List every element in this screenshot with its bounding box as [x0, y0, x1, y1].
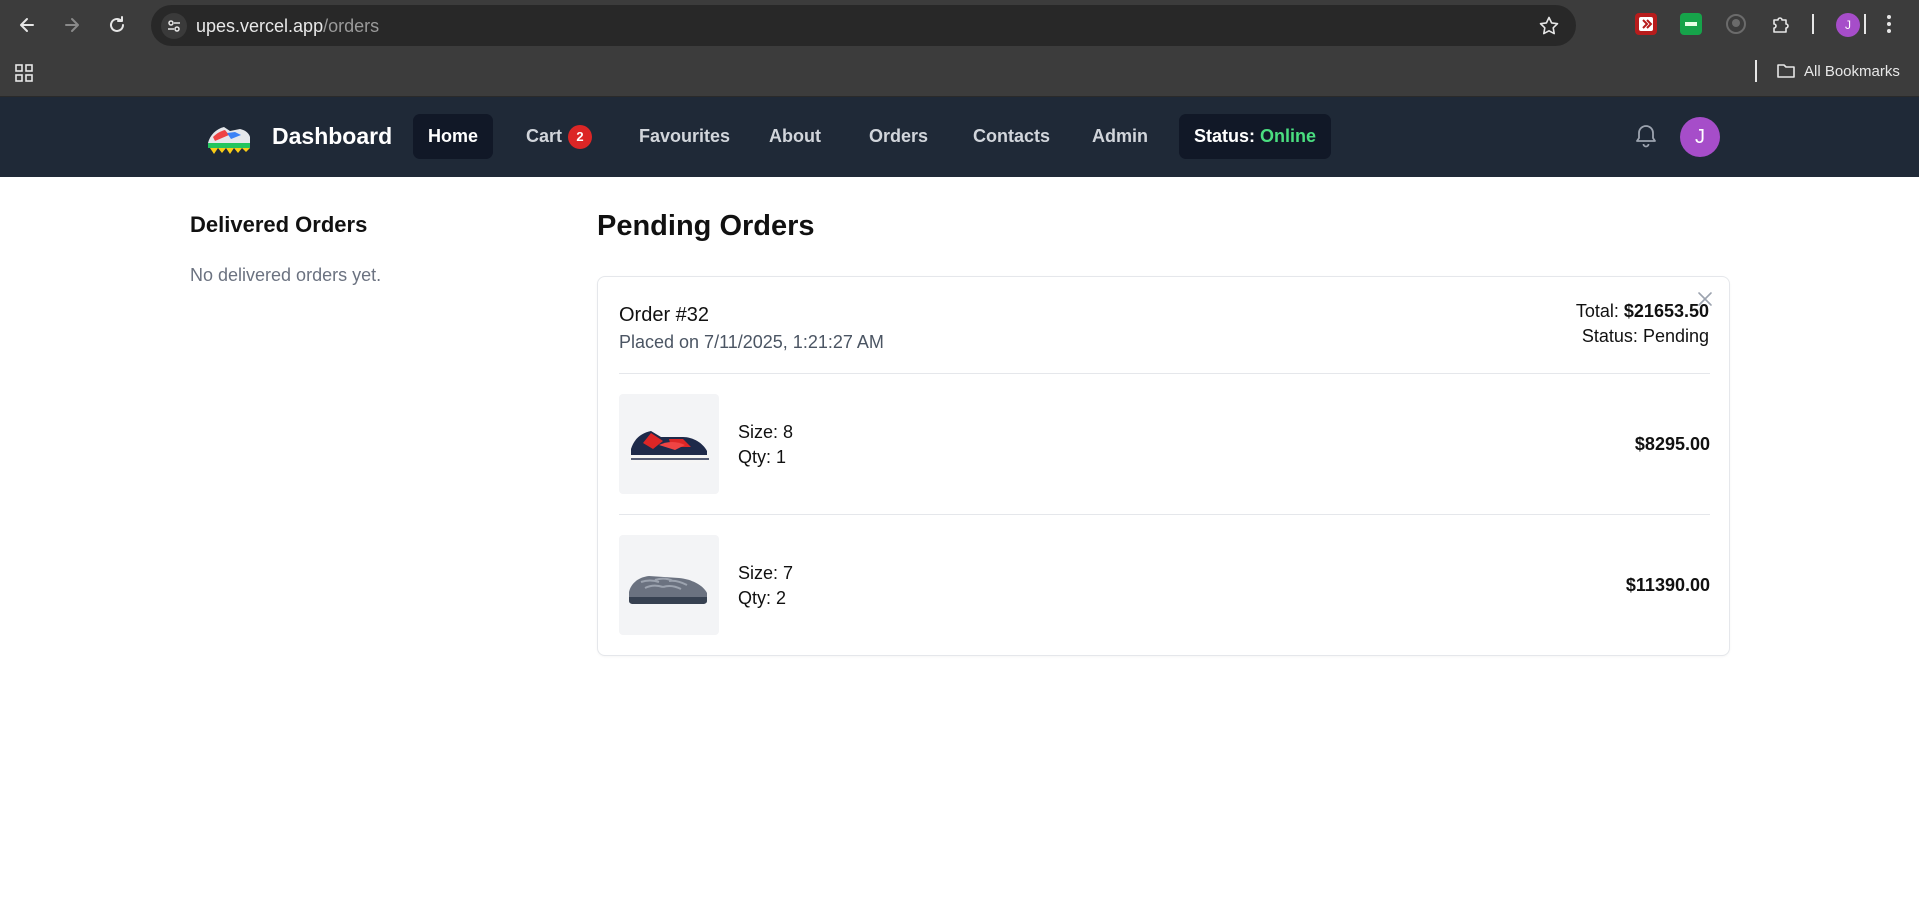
bookmarks-divider [1755, 60, 1757, 82]
red-navy-sneaker-image [631, 431, 709, 463]
order-divider [619, 373, 1710, 374]
nav-about[interactable]: About [754, 114, 836, 159]
apps-grid-icon[interactable] [13, 62, 35, 84]
browser-profile-avatar[interactable]: J [1836, 13, 1860, 37]
avatar-initial: J [1695, 125, 1705, 148]
pending-orders-heading: Pending Orders [597, 210, 815, 242]
item-quantity: Qty: 2 [738, 588, 787, 608]
order-id: Order #32 [619, 304, 710, 326]
nav-admin-label: Admin [1092, 126, 1148, 146]
grey-clog-image [629, 576, 707, 604]
nav-admin[interactable]: Admin [1077, 114, 1163, 159]
nav-contacts-label: Contacts [973, 126, 1051, 146]
app-navbar: Dashboard Home Cart 2 Favourites About Or… [0, 97, 1919, 177]
cart-count-badge: 2 [568, 124, 593, 149]
nav-favourites[interactable]: Favourites [624, 114, 745, 159]
back-icon[interactable] [14, 12, 40, 38]
item-price: $11390.00 [1625, 575, 1710, 595]
nav-about-label: About [769, 126, 821, 146]
product-thumbnail[interactable] [619, 535, 719, 635]
brand-title[interactable]: Dashboard [272, 123, 392, 150]
nav-cart-label: Cart [526, 126, 563, 146]
item-size: Size: 7 [738, 563, 794, 583]
toolbar-divider [1812, 14, 1814, 34]
url-host: upes.vercel.app [196, 16, 324, 36]
toolbar-divider [1864, 14, 1866, 34]
bell-icon[interactable] [1632, 122, 1660, 150]
item-price: $8295.00 [1634, 434, 1710, 454]
browser-menu-icon[interactable] [1886, 13, 1892, 35]
bookmarks-bar [0, 50, 1919, 97]
github-icon[interactable] [1725, 13, 1747, 35]
bookmark-star-icon[interactable] [1538, 15, 1560, 37]
sneaker-logo-icon[interactable] [205, 115, 253, 157]
folder-icon [1777, 64, 1795, 78]
order-card: Order #32 Placed on 7/11/2025, 1:21:27 A… [597, 276, 1730, 656]
forward-icon[interactable] [59, 12, 85, 38]
url-path: /orders [323, 16, 380, 36]
item-size: Size: 8 [738, 422, 794, 442]
product-thumbnail[interactable] [619, 394, 719, 494]
order-placed-date: Placed on 7/11/2025, 1:21:27 AM [619, 332, 884, 352]
nav-orders-label: Orders [869, 126, 929, 146]
nav-contacts[interactable]: Contacts [958, 114, 1065, 159]
status-value: Online [1260, 126, 1317, 146]
nav-home-label: Home [428, 126, 479, 146]
url-text[interactable]: upes.vercel.app/orders [196, 16, 379, 37]
item-quantity: Qty: 1 [738, 447, 787, 467]
order-total-label: Total: [1575, 301, 1619, 321]
status-label: Status: [1194, 126, 1256, 146]
address-bar[interactable]: upes.vercel.app/orders [151, 5, 1576, 46]
delivered-empty-text: No delivered orders yet. [190, 265, 382, 285]
status-indicator: Status: Online [1179, 114, 1332, 159]
profile-initial: J [1845, 18, 1851, 32]
nav-home[interactable]: Home [413, 114, 494, 159]
close-icon[interactable] [1695, 289, 1715, 309]
user-avatar[interactable]: J [1680, 117, 1720, 157]
order-status: Status: Pending [1581, 326, 1709, 346]
order-item: Size: 8 Qty: 1 $8295.00 [619, 394, 1710, 494]
nav-orders[interactable]: Orders [854, 114, 943, 159]
site-info-icon[interactable] [161, 13, 187, 39]
all-bookmarks-button[interactable]: All Bookmarks [1776, 60, 1900, 82]
green-extension-icon[interactable] [1680, 13, 1702, 35]
red-extension-icon[interactable] [1635, 13, 1657, 35]
order-item: Size: 7 Qty: 2 $11390.00 [619, 535, 1710, 635]
all-bookmarks-label: All Bookmarks [1804, 62, 1900, 80]
nav-favourites-label: Favourites [639, 126, 731, 146]
order-divider [619, 514, 1710, 515]
reload-icon[interactable] [104, 12, 130, 38]
order-total: Total: $21653.50 [1576, 301, 1709, 322]
puzzle-icon[interactable] [1770, 13, 1792, 35]
delivered-orders-heading: Delivered Orders [190, 212, 368, 237]
nav-cart[interactable]: Cart 2 [511, 114, 607, 159]
